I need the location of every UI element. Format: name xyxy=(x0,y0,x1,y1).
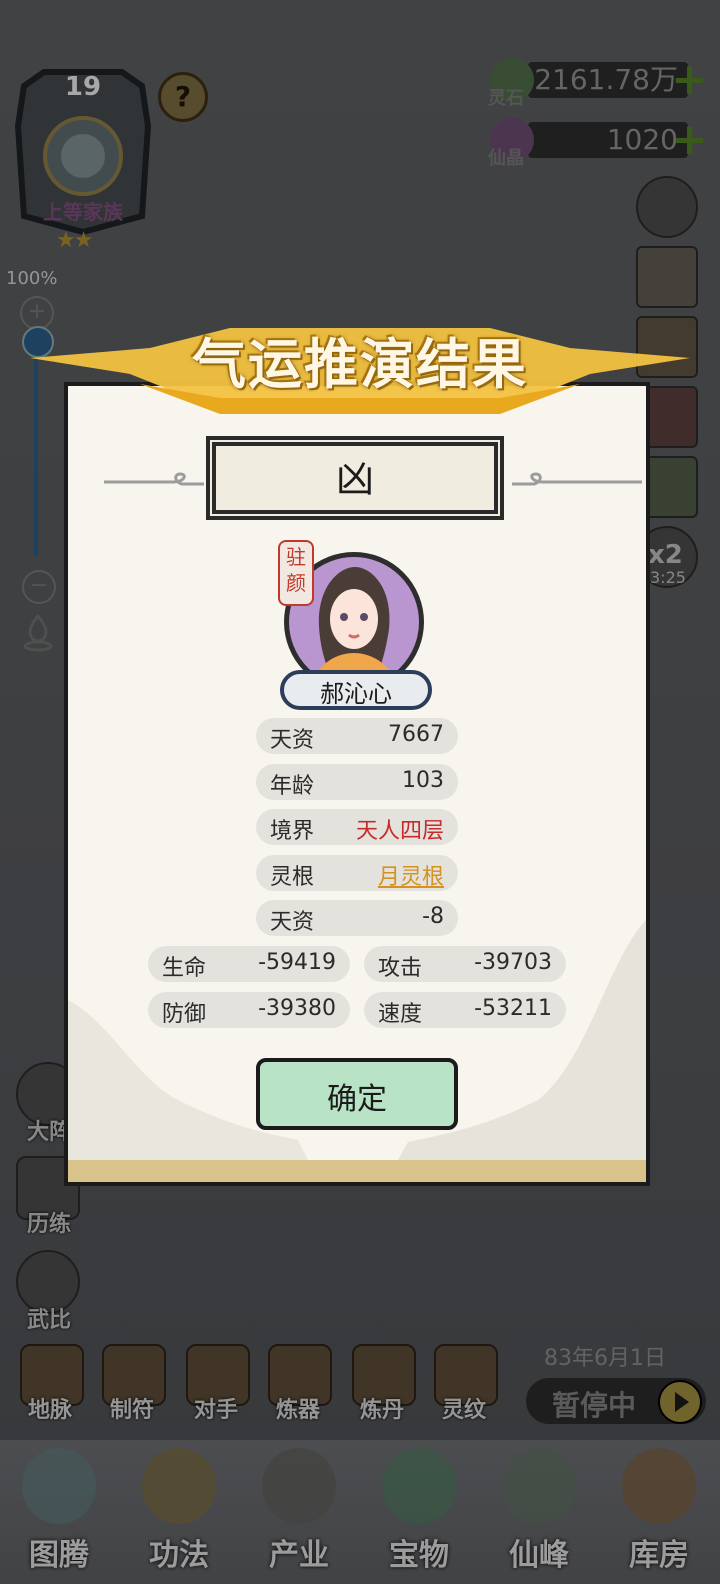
dialog-title: 气运推演结果 xyxy=(192,333,528,396)
attribute-value: -39703 xyxy=(474,950,552,975)
attribute-row: 防御 -39380 xyxy=(148,992,350,1028)
stat-row: 年龄 103 xyxy=(256,764,458,800)
stat-row: 天资 7667 xyxy=(256,718,458,754)
cloud-ornament-left xyxy=(104,472,204,486)
attribute-row: 生命 -59419 xyxy=(148,946,350,982)
stat-row: 灵根 月灵根 xyxy=(256,855,458,891)
spirit-root-link[interactable]: 月灵根 xyxy=(378,859,444,891)
realm-value: 天人四层 xyxy=(355,819,444,844)
attribute-row: 攻击 -39703 xyxy=(364,946,566,982)
stat-label: 天资 xyxy=(270,910,315,935)
stat-value: -8 xyxy=(422,904,444,929)
attribute-value: -39380 xyxy=(258,996,336,1021)
seal-text: 驻颜 xyxy=(286,545,306,595)
fortune-result-text: 凶 xyxy=(335,457,374,501)
stat-label: 天资 xyxy=(270,728,315,753)
attribute-label: 速度 xyxy=(378,1002,423,1027)
character-name: 郝沁心 xyxy=(320,680,392,708)
stat-label: 境界 xyxy=(270,819,315,844)
attribute-value: -53211 xyxy=(474,996,552,1021)
stat-label: 灵根 xyxy=(270,865,315,890)
attribute-label: 攻击 xyxy=(378,956,423,981)
dialog-bottom-band xyxy=(68,1160,646,1182)
appearance-seal-badge: 驻颜 xyxy=(278,540,314,606)
cloud-ornament-right xyxy=(512,472,642,486)
confirm-button-label[interactable]: 确定 xyxy=(256,1074,458,1118)
attribute-label: 生命 xyxy=(162,956,207,981)
stat-row: 境界 天人四层 xyxy=(256,809,458,845)
stat-value: 103 xyxy=(402,768,444,793)
stat-value: 7667 xyxy=(388,722,444,747)
stat-label: 年龄 xyxy=(270,774,315,799)
attribute-label: 防御 xyxy=(162,1002,207,1027)
stat-row: 天资 -8 xyxy=(256,900,458,936)
attribute-value: -59419 xyxy=(258,950,336,975)
attribute-row: 速度 -53211 xyxy=(364,992,566,1028)
